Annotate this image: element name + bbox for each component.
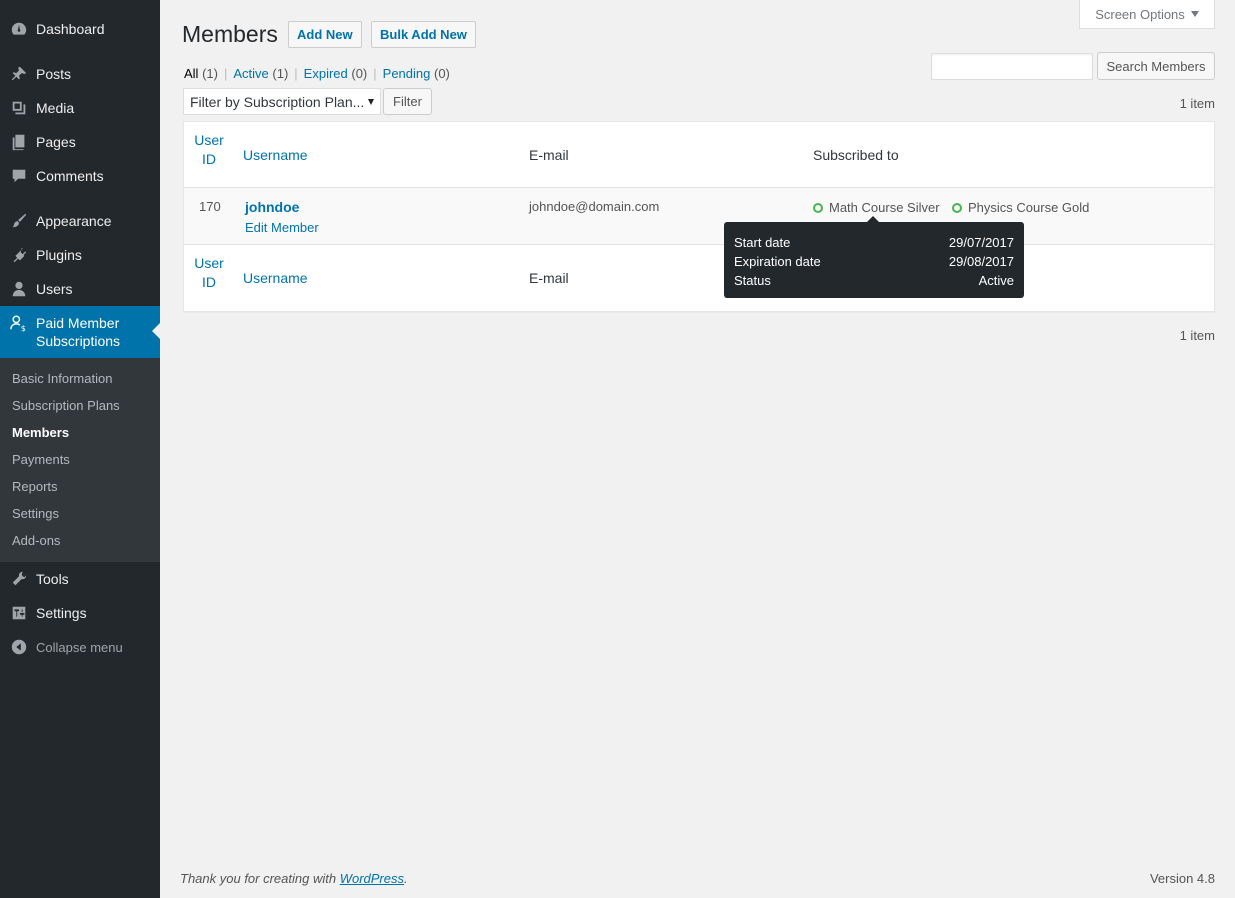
subscription-plan-filter-select[interactable]: Filter by Subscription Plan...	[183, 88, 381, 115]
submenu: Basic Information Subscription Plans Mem…	[0, 358, 160, 562]
wordpress-link[interactable]: WordPress	[340, 871, 404, 886]
menu-label: Settings	[36, 605, 87, 621]
menu-posts[interactable]: Posts	[0, 57, 160, 91]
menu-label: Paid Member Subscriptions	[36, 315, 121, 349]
admin-sidebar: Dashboard Posts Media Pages Comments App…	[0, 0, 160, 898]
subscription-badge[interactable]: Physics Course Gold	[952, 200, 1089, 215]
svg-text:$: $	[21, 323, 26, 332]
items-count-top: 1 item	[1179, 96, 1215, 111]
menu-paid-member-subscriptions[interactable]: $ Paid Member Subscriptions	[0, 306, 160, 358]
menu-label: Pages	[36, 134, 76, 150]
column-email-footer: E-mail	[529, 270, 569, 286]
subscription-plan-name: Math Course Silver	[829, 200, 940, 215]
tooltip-row-start: Start date 29/07/2017	[734, 235, 1014, 250]
collapse-label: Collapse menu	[36, 639, 123, 655]
view-expired[interactable]: Expired (0)	[304, 66, 368, 81]
menu-label: Tools	[36, 571, 69, 587]
table-header-row: User ID Username E-mail Subscribed to	[184, 122, 1214, 188]
menu-label: Dashboard	[36, 21, 105, 37]
view-separator: |	[373, 66, 377, 81]
menu-appearance[interactable]: Appearance	[0, 204, 160, 238]
active-status-icon	[952, 202, 962, 213]
caret-down-icon	[1190, 11, 1199, 17]
footer-version: Version 4.8	[1149, 871, 1215, 886]
pin-icon	[0, 65, 36, 83]
dashboard-icon	[0, 20, 36, 38]
column-username[interactable]: Username	[243, 147, 308, 163]
subscription-tooltip: Start date 29/07/2017 Expiration date 29/0…	[724, 216, 1024, 298]
edit-member-link[interactable]: Edit Member	[245, 220, 319, 235]
menu-label: Comments	[36, 168, 104, 184]
settings-sliders-icon	[0, 604, 36, 622]
submenu-settings[interactable]: Settings	[0, 504, 160, 531]
members-table: User ID Username E-mail Subscribed to 170…	[183, 121, 1215, 312]
select-arrow-icon	[368, 98, 374, 105]
menu-media[interactable]: Media	[0, 91, 160, 125]
column-user-id[interactable]: User ID	[194, 131, 224, 169]
bulk-add-new-button[interactable]: Bulk Add New	[371, 21, 476, 48]
menu-tools[interactable]: Tools	[0, 562, 160, 596]
user-id-cell: 170	[199, 199, 221, 214]
comment-icon	[0, 167, 36, 185]
collapse-menu-button[interactable]: Collapse menu	[0, 630, 160, 664]
status-views: All (1) | Active (1) | Expired (0) | Pen…	[184, 66, 450, 81]
user-icon	[0, 280, 36, 298]
view-active[interactable]: Active (1)	[233, 66, 288, 81]
screen-options-label: Screen Options	[1095, 6, 1185, 22]
submenu-basic-information[interactable]: Basic Information	[0, 369, 160, 396]
menu-label: Appearance	[36, 213, 112, 229]
menu-dashboard[interactable]: Dashboard	[0, 12, 160, 46]
filter-select-value: Filter by Subscription Plan...	[190, 93, 365, 110]
menu-comments[interactable]: Comments	[0, 159, 160, 193]
add-new-button[interactable]: Add New	[288, 21, 362, 48]
items-count-bottom: 1 item	[1179, 328, 1215, 343]
menu-settings[interactable]: Settings	[0, 596, 160, 630]
email-cell: johndoe@domain.com	[529, 199, 660, 214]
subscription-badge[interactable]: Math Course Silver	[813, 200, 940, 215]
view-separator: |	[223, 66, 228, 81]
submenu-reports[interactable]: Reports	[0, 477, 160, 504]
footer-thanks: Thank you for creating with WordPress.	[180, 871, 408, 886]
tooltip-row-status: Status Active	[734, 273, 1014, 288]
menu-users[interactable]: Users	[0, 272, 160, 306]
plugin-icon	[0, 246, 36, 264]
brush-icon	[0, 212, 36, 230]
submenu-add-ons[interactable]: Add-ons	[0, 531, 160, 558]
table-row: 170 johndoe Edit Member johndoe@domain.c…	[184, 188, 1214, 245]
menu-plugins[interactable]: Plugins	[0, 238, 160, 272]
submenu-members[interactable]: Members	[0, 423, 160, 450]
menu-label: Media	[36, 100, 75, 116]
column-user-id-footer[interactable]: User ID	[194, 254, 224, 292]
column-email: E-mail	[529, 147, 569, 163]
screen-options-button[interactable]: Screen Options	[1079, 0, 1215, 29]
column-subscribed-to: Subscribed to	[813, 147, 899, 163]
member-dollar-icon: $	[0, 314, 36, 332]
pages-icon	[0, 133, 36, 151]
view-all[interactable]: All (1)	[184, 66, 218, 81]
view-separator: |	[294, 66, 298, 81]
wrench-icon	[0, 570, 36, 588]
search-input[interactable]	[931, 53, 1093, 80]
menu-label: Posts	[36, 66, 72, 82]
submenu-subscription-plans[interactable]: Subscription Plans	[0, 396, 160, 423]
column-username-footer[interactable]: Username	[243, 270, 308, 286]
filter-button[interactable]: Filter	[383, 88, 432, 115]
view-pending[interactable]: Pending (0)	[383, 66, 450, 81]
table-footer-row: User ID Username E-mail	[184, 245, 1214, 311]
subscription-plan-name: Physics Course Gold	[968, 200, 1090, 215]
active-status-icon	[813, 202, 823, 213]
media-icon	[0, 99, 36, 117]
page-title: Members	[182, 21, 278, 47]
collapse-arrow-icon	[0, 638, 36, 656]
search-members-button[interactable]: Search Members	[1097, 52, 1215, 80]
tooltip-row-expiration: Expiration date 29/08/2017	[734, 254, 1014, 269]
menu-pages[interactable]: Pages	[0, 125, 160, 159]
username-link[interactable]: johndoe	[245, 199, 299, 215]
submenu-payments[interactable]: Payments	[0, 450, 160, 477]
menu-label: Users	[36, 281, 73, 297]
menu-label: Plugins	[36, 247, 82, 263]
